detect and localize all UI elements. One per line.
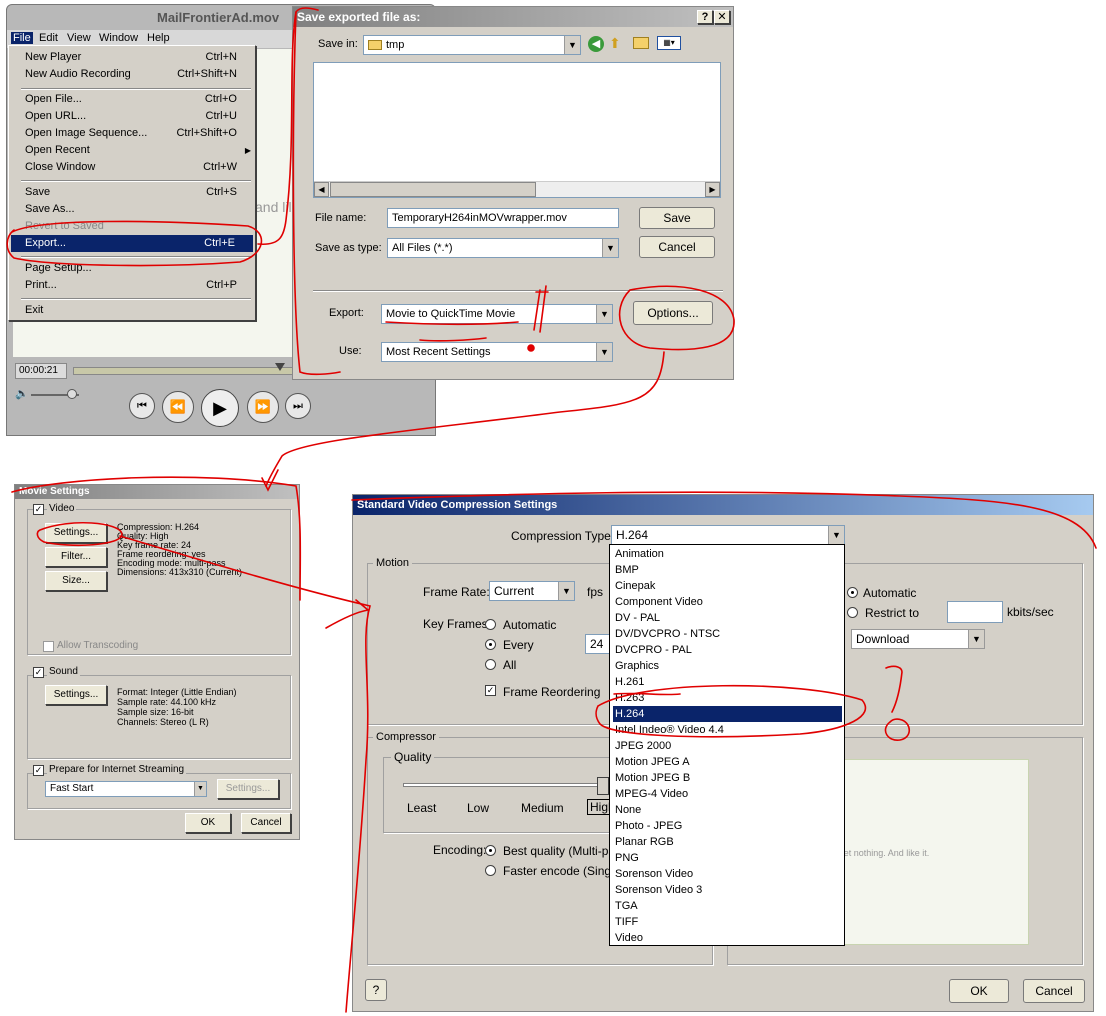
- annotation-dialog-bracket: [292, 11, 341, 376]
- annotation-compression-top: [351, 491, 1097, 549]
- annotation-exclaim: [533, 285, 549, 333]
- annotation-circle-small: [884, 718, 911, 741]
- annotation-options-to-moviesettings-line: [265, 351, 665, 487]
- annotation-arrow-to-compression: [325, 599, 370, 629]
- annotation-arrowhead: [261, 469, 279, 492]
- annotation-settings-to-compression-line: [119, 535, 372, 1013]
- annotation-export-circle: [6, 220, 263, 267]
- annotation-moviesettings-box: [11, 476, 302, 601]
- annotation-overlay: [6, 7, 1097, 1013]
- annotation-export-underline-2: [419, 337, 487, 342]
- annotation-export-underline: [385, 321, 519, 326]
- annotation-options-circle: [618, 285, 735, 351]
- annotation-exclaim-2: [885, 665, 903, 713]
- annotation-h264-underline: [613, 692, 681, 696]
- annotation-dot: [527, 344, 535, 352]
- annotation-export-to-dialog-line: [257, 7, 319, 245]
- annotation-settings-circle: [36, 521, 123, 547]
